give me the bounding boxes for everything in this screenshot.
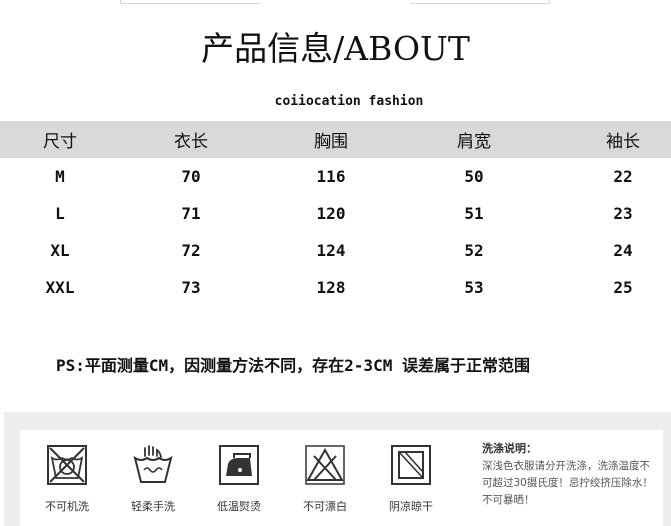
care-inner: 不可机洗 轻柔手洗 低温熨烫 不可漂白 阴凉晾干 洗涤说明： 深浅色衣服请分开洗… [20,430,663,526]
low-iron-icon [219,445,259,485]
size-table: 尺寸 衣长 胸围 肩宽 袖长 M 70 116 50 22 L 71 120 5… [0,121,671,306]
wash-instructions-title: 洗涤说明： [482,442,537,455]
care-item-no-machine-wash: 不可机洗 [32,442,102,514]
care-item-shade-dry: 阴凉晾干 [376,442,446,514]
header-sleeve: 袖长 [606,132,640,152]
measurement-note: PS:平面测量CM，因测量方法不同，存在2-3CM 误差属于正常范围 [56,356,530,375]
care-panel: 不可机洗 轻柔手洗 低温熨烫 不可漂白 阴凉晾干 洗涤说明： 深浅色衣服请分开洗… [4,412,671,526]
care-label: 轻柔手洗 [131,500,175,513]
cell-shoulder: 52 [464,241,484,260]
wash-instructions-text: 深浅色衣服请分开洗涤，洗涤温度不可超过30摄氏度！忌拧绞挤压除水！不可暴晒！ [482,460,653,506]
cell-length: 72 [181,241,201,260]
care-label: 低温熨烫 [217,500,261,513]
cell-shoulder: 51 [464,204,484,223]
care-label: 不可机洗 [45,500,89,513]
hand-wash-icon [133,445,173,483]
care-item-hand-wash: 轻柔手洗 [118,442,188,514]
top-frame-right [410,0,550,4]
brand-subtitle: coiiocation fashion [274,94,424,109]
cell-bust: 120 [316,204,346,223]
cell-size: M [55,167,65,186]
care-label: 阴凉晾干 [389,500,433,513]
table-header-row: 尺寸 衣长 胸围 肩宽 袖长 [0,121,671,158]
no-machine-wash-icon [47,445,87,485]
table-row: XXL 73 128 53 25 [0,269,671,306]
shade-dry-icon [391,445,431,485]
cell-bust: 128 [316,278,346,297]
table-row: XL 72 124 52 24 [0,232,671,269]
cell-sleeve: 24 [613,241,633,260]
header-shoulder: 肩宽 [457,132,491,152]
care-label: 不可漂白 [303,500,347,513]
cell-sleeve: 25 [613,278,633,297]
top-frame-left [120,0,260,4]
care-item-no-bleach: 不可漂白 [290,442,360,514]
table-row: L 71 120 51 23 [0,195,671,232]
cell-length: 73 [181,278,201,297]
page-title: 产品信息/ABOUT [201,29,470,68]
cell-shoulder: 50 [464,167,484,186]
cell-size: L [55,204,65,223]
cell-size: XXL [45,278,75,297]
wash-instructions: 洗涤说明： 深浅色衣服请分开洗涤，洗涤温度不可超过30摄氏度！忌拧绞挤压除水！不… [482,440,658,509]
cell-sleeve: 23 [613,204,633,223]
cell-length: 71 [181,204,201,223]
cell-sleeve: 22 [613,167,633,186]
cell-bust: 116 [316,167,346,186]
cell-shoulder: 53 [464,278,484,297]
care-item-low-iron: 低温熨烫 [204,442,274,514]
cell-size: XL [50,241,70,260]
no-bleach-icon [305,445,345,485]
cell-length: 70 [181,167,201,186]
header-length: 衣长 [174,132,208,152]
cell-bust: 124 [316,241,346,260]
header-bust: 胸围 [314,132,348,152]
header-size: 尺寸 [43,132,77,152]
table-row: M 70 116 50 22 [0,158,671,195]
